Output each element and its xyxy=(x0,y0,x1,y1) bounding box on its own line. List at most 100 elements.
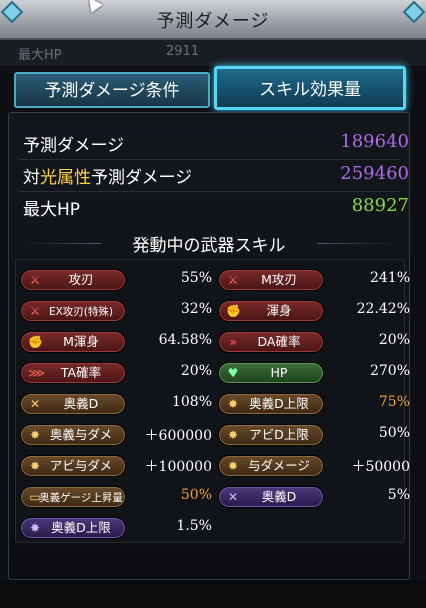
skill-badge: ♥ HP xyxy=(218,362,324,384)
bottom-strip xyxy=(0,580,426,608)
sword-icon: ⚔ xyxy=(227,273,239,287)
flex-icon: ✊ xyxy=(226,304,241,318)
skill-value: 50% xyxy=(180,487,212,503)
skill-badge: ✹ 与ダメージ xyxy=(218,455,324,477)
stat-value: 88927 xyxy=(351,195,409,216)
skill-value: ＋600000 xyxy=(144,428,212,444)
skill-row: ✕ 奥義D 108% ✸ 奥義D上限 75% xyxy=(16,392,410,416)
skill-badge: ✊ M渾身 xyxy=(20,331,126,353)
element-name: 光属性 xyxy=(40,168,91,188)
skill-value: 32% xyxy=(180,301,212,317)
skill-row: ✸ 奥義D上限 1.5% xyxy=(16,516,406,540)
sword-icon: ⚔ xyxy=(29,273,41,287)
skill-name: 奥義D上限 xyxy=(51,520,111,535)
skill-entry: » DA確率 20% xyxy=(218,330,410,354)
skill-value: 75% xyxy=(378,394,410,410)
skill-entry: ✊ 渾身 22.42% xyxy=(218,299,410,323)
skill-row: ✸ アビ与ダメ ＋100000 ✹ 与ダメージ ＋50000 xyxy=(16,454,410,478)
skill-entry: ⋙ TA確率 20% xyxy=(20,361,212,385)
skill-badge: ✕ 奥義D xyxy=(20,393,126,415)
skill-badge: ▭ 奥義ゲージ上昇量 xyxy=(20,486,126,508)
stat-max-hp: 最大HP 88927 xyxy=(23,195,409,221)
background-row-right: 2911 xyxy=(166,44,200,59)
tab-skill-effects[interactable]: スキル効果量 xyxy=(214,66,406,110)
skill-entry: ✸ アビ与ダメ ＋100000 xyxy=(20,454,212,478)
flex-icon: ✊ xyxy=(28,335,43,349)
skill-value: 55% xyxy=(180,270,212,286)
skill-entry: ✸ アビD上限 50% xyxy=(218,423,410,447)
skill-name: EX攻刃(特殊) xyxy=(48,306,114,318)
skill-entry: ✕ 奥義D 5% xyxy=(218,485,410,509)
skill-value: 64.58% xyxy=(158,332,212,348)
stat-label: 最大HP xyxy=(23,200,81,220)
burst-icon: ✸ xyxy=(29,428,41,442)
skill-name: HP xyxy=(270,365,288,380)
heart-icon: ♥ xyxy=(227,366,239,380)
skill-name: 奥義D上限 xyxy=(249,396,309,411)
cross-swords-icon: ✕ xyxy=(29,397,41,411)
background-row-left: 最大HP xyxy=(18,48,62,63)
tab-damage-conditions[interactable]: 予測ダメージ条件 xyxy=(14,72,210,108)
divider xyxy=(19,159,401,160)
skill-entry: ▭ 奥義ゲージ上昇量 50% xyxy=(20,485,212,509)
skill-name: 奥義D xyxy=(261,489,297,504)
stat-value: 189640 xyxy=(340,131,409,152)
skill-value: 50% xyxy=(378,425,410,441)
skill-badge: ⚔ M攻刃 xyxy=(218,269,324,291)
stat-label: 対光属性予測ダメージ xyxy=(23,168,193,188)
skill-effects-panel: 予測ダメージ 189640 対光属性予測ダメージ 259460 最大HP 889… xyxy=(8,112,410,580)
skill-badge: ✊ 渾身 xyxy=(218,300,324,322)
skill-badge: » DA確率 xyxy=(218,331,324,353)
sword-icon: ⚔ xyxy=(29,304,41,318)
skill-name: 奥義ゲージ上昇量 xyxy=(39,492,123,504)
skill-name: 渾身 xyxy=(266,303,292,318)
skill-badge: ⋙ TA確率 xyxy=(20,362,126,384)
skill-row: ✸ 奥義与ダメ ＋600000 ✸ アビD上限 50% xyxy=(16,423,410,447)
skill-name: DA確率 xyxy=(257,334,301,349)
skill-entry: ✸ 奥義D上限 1.5% xyxy=(20,516,212,540)
skill-name: 奥義与ダメ xyxy=(49,427,113,442)
gear-icon: ✹ xyxy=(227,459,239,473)
window-title: 予測ダメージ xyxy=(156,11,270,32)
stat-predicted-damage: 予測ダメージ 189640 xyxy=(23,131,409,157)
stat-value: 259460 xyxy=(340,163,409,184)
skill-entry: ⚔ M攻刃 241% xyxy=(218,268,410,292)
skill-badge: ⚔ 攻刃 xyxy=(20,269,126,291)
skill-value: 20% xyxy=(180,363,212,379)
skills-section-title: 発動中の武器スキル xyxy=(9,231,409,256)
skill-name: M渾身 xyxy=(63,334,99,349)
skill-name: アビ与ダメ xyxy=(49,458,113,473)
burst-icon: ✸ xyxy=(227,397,239,411)
skill-badge: ⚔ EX攻刃(特殊) xyxy=(20,300,126,322)
skill-badge: ✸ 奥義D上限 xyxy=(20,517,126,539)
skill-entry: ✸ 奥義与ダメ ＋600000 xyxy=(20,423,212,447)
skill-value: ＋50000 xyxy=(351,459,410,475)
skill-name: 攻刃 xyxy=(68,272,94,287)
skill-value: 241% xyxy=(369,270,410,286)
skill-entry: ♥ HP 270% xyxy=(218,361,410,385)
skill-badge: ✸ 奥義D上限 xyxy=(218,393,324,415)
skill-value: ＋100000 xyxy=(144,459,212,475)
window-titlebar: 予測ダメージ xyxy=(0,0,426,40)
burst-icon: ✸ xyxy=(29,459,41,473)
skill-badge: ✕ 奥義D xyxy=(218,486,324,508)
skill-value: 270% xyxy=(369,363,410,379)
cross-swords-icon: ✕ xyxy=(227,490,239,504)
skill-row: ⚔ EX攻刃(特殊) 32% ✊ 渾身 22.42% xyxy=(16,299,410,323)
skill-value: 5% xyxy=(387,487,410,503)
skill-value: 1.5% xyxy=(176,518,212,534)
skill-name: M攻刃 xyxy=(261,272,297,287)
skill-badge: ✸ アビD上限 xyxy=(218,424,324,446)
skill-name: 与ダメージ xyxy=(248,458,310,473)
triple-chevron-icon: ⋙ xyxy=(28,366,46,380)
burst-icon: ✸ xyxy=(227,428,239,442)
skill-row: ⋙ TA確率 20% ♥ HP 270% xyxy=(16,361,410,385)
skill-value: 22.42% xyxy=(356,301,410,317)
gauge-icon: ▭ xyxy=(29,490,41,504)
burst-icon: ✸ xyxy=(29,521,41,535)
skill-entry: ✊ M渾身 64.58% xyxy=(20,330,212,354)
skill-entry: ✸ 奥義D上限 75% xyxy=(218,392,410,416)
background-row: 最大HP 2911 xyxy=(0,40,426,66)
weapon-skills-grid: ⚔ 攻刃 55% ⚔ M攻刃 241% ⚔ EX攻刃(特殊) 32% ✊ 渾身 22.42% ✊ M渾身 6… xyxy=(15,259,410,543)
skill-entry: ✹ 与ダメージ ＋50000 xyxy=(218,454,410,478)
